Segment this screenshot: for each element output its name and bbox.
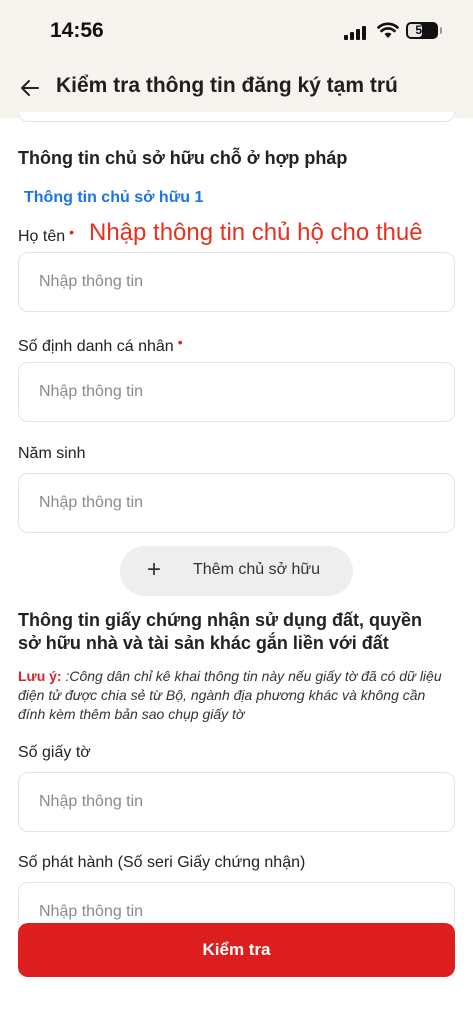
full-name-label-text: Họ tên (18, 228, 66, 245)
page-title: Kiểm tra thông tin đăng ký tạm trú (56, 74, 398, 97)
arrow-left-icon[interactable] (18, 76, 42, 100)
note-label: Lưu ý: (18, 668, 62, 684)
full-name-input[interactable]: Nhập thông tin (18, 252, 455, 312)
certificate-section-title-line2: sở hữu nhà và tài sản khác gắn liền với … (18, 633, 389, 653)
check-button[interactable]: Kiểm tra (18, 923, 455, 977)
required-mark: • (69, 224, 75, 240)
note-text: Lưu ý: :Công dân chỉ kê khai thông tin n… (18, 667, 455, 724)
document-number-label: Số giấy tờ (18, 744, 91, 761)
full-name-placeholder: Nhập thông tin (39, 273, 144, 290)
document-number-placeholder: Nhập thông tin (39, 793, 144, 810)
birth-year-label: Năm sinh (18, 445, 86, 462)
battery-level: 50 (415, 23, 429, 37)
wifi-icon (377, 22, 399, 38)
document-number-input[interactable]: Nhập thông tin (18, 772, 455, 832)
personal-id-placeholder: Nhập thông tin (39, 383, 144, 400)
personal-id-input[interactable]: Nhập thông tin (18, 362, 455, 422)
annotation-text: Nhập thông tin chủ hộ cho thuê (89, 219, 423, 246)
personal-id-label-text: Số định danh cá nhân (18, 338, 174, 355)
note-body: :Công dân chỉ kê khai thông tin này nếu … (18, 668, 442, 722)
cellular-signal-icon (344, 24, 370, 40)
battery-icon: 50 (406, 22, 442, 39)
status-time: 14:56 (50, 19, 104, 42)
serial-number-label: Số phát hành (Số seri Giấy chứng nhận) (18, 854, 306, 871)
full-name-label: Họ tên • (18, 224, 74, 246)
add-owner-button[interactable]: + Thêm chủ sở hữu (120, 546, 353, 596)
status-bar: 14:56 50 (0, 0, 473, 62)
birth-year-placeholder: Nhập thông tin (39, 494, 144, 511)
certificate-section-title-line1: Thông tin giấy chứng nhận sử dụng đất, q… (18, 610, 423, 630)
top-bar: 14:56 50 Kiểm tra thông tin đăng ký tạm … (0, 0, 473, 118)
owner-section-title: Thông tin chủ sở hữu chỗ ở hợp pháp (18, 148, 348, 168)
add-owner-label: Thêm chủ sở hữu (193, 561, 321, 578)
owner-1-link[interactable]: Thông tin chủ sở hữu 1 (24, 189, 203, 207)
birth-year-input[interactable]: Nhập thông tin (18, 473, 455, 533)
previous-card-edge (18, 112, 455, 122)
required-mark: • (177, 334, 183, 350)
personal-id-label: Số định danh cá nhân • (18, 334, 183, 356)
serial-number-placeholder: Nhập thông tin (39, 903, 144, 920)
plus-icon: + (147, 556, 162, 583)
